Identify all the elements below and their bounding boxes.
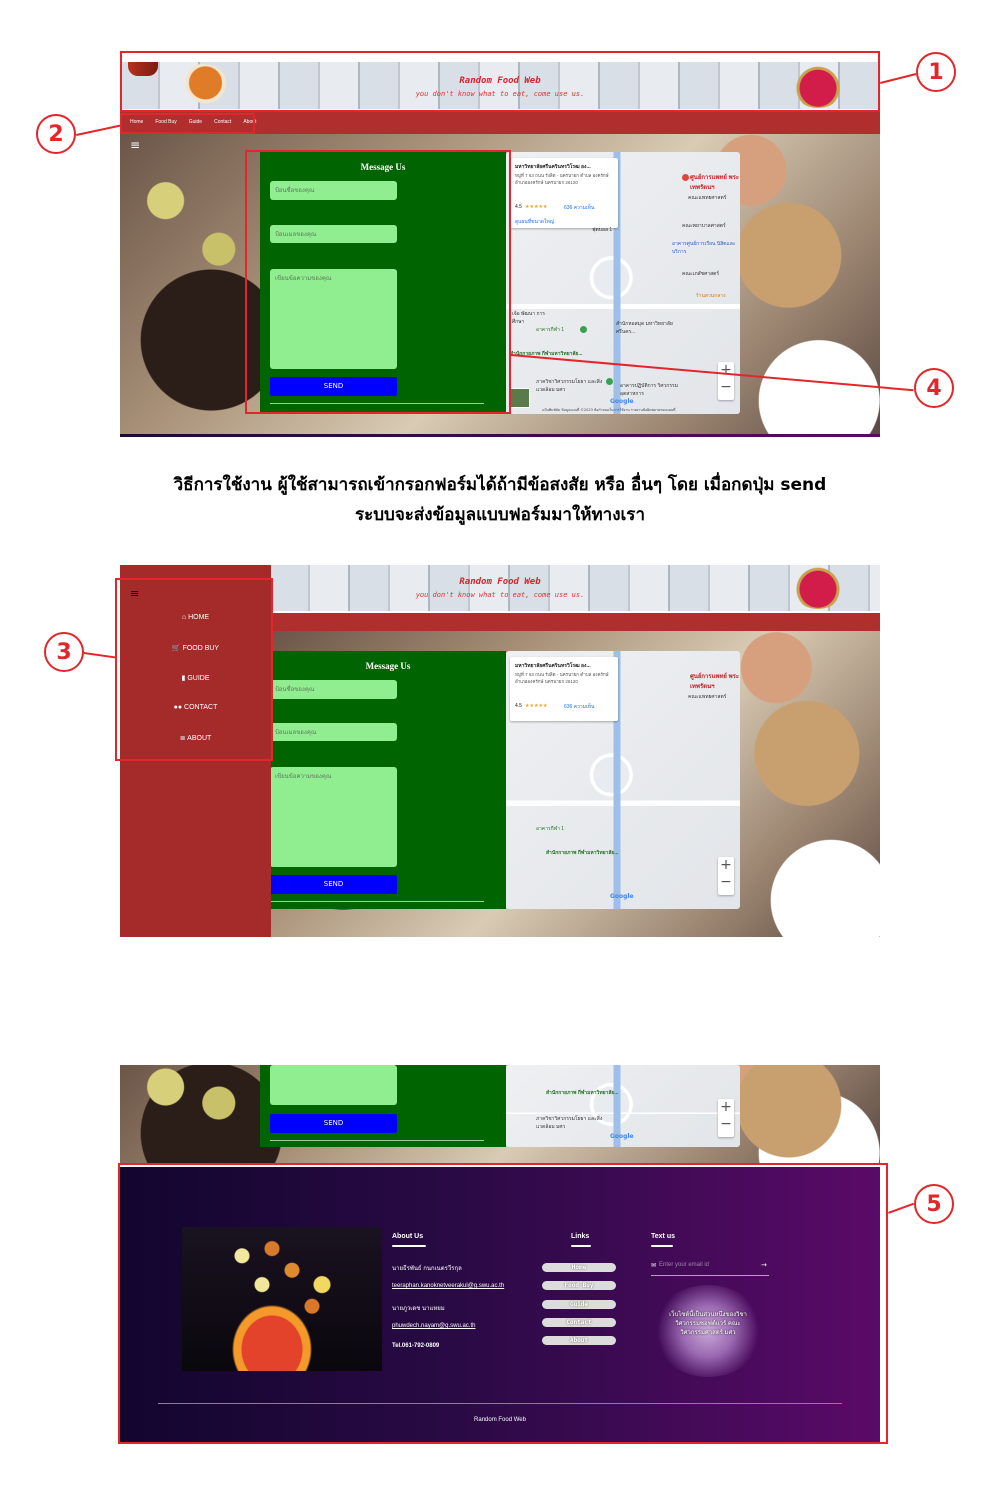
map-label-dorm: ภาควิชาวิศวกรรมโยธา และสิ่งแวดล้อม มศว [536,379,603,393]
callout-line-1 [880,73,917,84]
callout-box-4 [245,150,511,414]
contact-form: SEND [260,1065,506,1147]
site-header: Random Food Web you don't know what to e… [270,565,880,611]
rating-stars: ★★★★★ [525,204,548,210]
map-pin-icon [606,378,613,385]
callout-line-3 [83,652,116,659]
map-label-park: ร้านสวนกลาง [696,293,726,299]
map-pin-icon [682,174,689,181]
place-address: หมู่ที่ 7 63 ถนน รังสิต - นครนายก ตำบล อ… [515,173,609,185]
place-rating: 4.5 [515,204,522,210]
contact-form: Message Us ป้อนชื่อของคุณ ป้อนเมลของคุณ … [270,651,506,909]
form-divider [270,901,484,902]
map-zoom-control[interactable]: + − [718,857,734,895]
callout-box-2 [120,113,255,134]
zoom-out-button[interactable]: − [718,379,734,396]
callout-circle-4: 4 [914,368,954,408]
map-label-lab: อาคารปฏิบัติการ วิศวกรรมอุตสาหการ [620,383,678,397]
map-place-card: มหาวิทยาลัยศรีนครินทรวิโรฒ อง... หมู่ที่… [510,158,618,228]
message-textarea[interactable]: เขียนข้อความของคุณ [270,767,397,867]
zoom-out-button[interactable]: − [718,1116,734,1133]
map-footer: แป้นพิมพ์ลัด ข้อมูลแผนที่ ©2023 ข้อกำหนด… [542,408,676,412]
callout-circle-3: 3 [44,632,84,672]
reviews-link[interactable]: 636 ความเห็น [564,204,594,212]
google-logo: Google [610,893,634,900]
callout-circle-5: 5 [914,1184,954,1224]
embedded-map[interactable]: มหาวิทยาลัยศรีนครินทรวิโรฒ อง... หมู่ที่… [506,152,740,414]
zoom-in-button[interactable]: + [718,362,734,379]
map-label-medicine: คณะแพทยศาสตร์ [688,195,727,201]
map-label-stadium: สำนักกายภาพ กีฬามหาวิทยาลัย... [546,1090,619,1096]
brand-tagline: you don't know what to eat, come use us. [415,591,585,599]
brand-title: Random Food Web [459,577,541,587]
map-label-library: สำนักหอสมุด มหาวิทยาลัยศรีนคร... [616,321,673,335]
rating-stars: ★★★★★ [525,703,548,709]
instruction-line-2: ระบบจะส่งข้อมูลแบบฟอร์มมาให้ทางเรา [355,505,645,525]
form-title: Message Us [365,661,411,671]
callout-circle-1: 1 [916,52,956,92]
section-bottom-strip [120,434,880,437]
map-label-nursing: คณะพยาบาลศาสตร์ [682,223,726,229]
instruction-line-1: วิธีการใช้งาน ผู้ใช้สามารถเข้ากรอกฟอร์มไ… [173,475,827,495]
map-label-stadium: สำนักกายภาพ กีฬามหาวิทยาลัย... [546,850,619,856]
zoom-in-button[interactable]: + [718,857,734,874]
top-navbar [270,613,880,631]
place-rating: 4.5 [515,703,522,709]
place-name: มหาวิทยาลัยศรีนครินทรวิโรฒ อง... [515,164,591,170]
map-zoom-control[interactable]: + − [718,362,734,400]
map-pin-icon [580,326,587,333]
map-label-center: อาคารศูนย์การเรียน นิสิตและบริการ [672,241,736,255]
larger-map-link[interactable]: ดูแผนที่ขนาดใหญ่ [515,218,554,226]
email-input[interactable]: ป้อนเมลของคุณ [270,723,397,741]
embedded-map[interactable]: มหาวิทยาลัยศรีนครินทรวิโรฒ อง... หมู่ที่… [506,651,740,909]
callout-box-1 [120,51,880,112]
embedded-map[interactable]: สำนักกายภาพ กีฬามหาวิทยาลัย... ภาควิชาวิ… [506,1065,740,1147]
beet-bowl-image [792,565,844,609]
map-label-sports: อาคารกีฬา 1 [536,826,565,832]
zoom-out-button[interactable]: − [718,874,734,891]
map-place-card: มหาวิทยาลัยศรีนครินทรวิโรฒ อง... หมู่ที่… [510,657,618,721]
send-button[interactable]: SEND [270,1114,397,1133]
map-label-pharmacy: คณะเภสัชศาสตร์ [682,271,720,277]
map-label-dorm: ภาควิชาวิศวกรรมโยธา และสิ่งแวดล้อม มศว [536,1116,603,1130]
place-address: หมู่ที่ 7 63 ถนน รังสิต - นครนายก ตำบล อ… [515,672,609,684]
callout-line-2 [76,124,122,136]
map-zoom-control[interactable]: + − [718,1099,734,1137]
content-area: Message Us ป้อนชื่อของคุณ ป้อนเมลของคุณ … [270,631,880,937]
form-divider [270,1140,484,1141]
google-logo: Google [610,1133,634,1140]
map-label-left-area: เจ้อ พัฒนา การศึกษา [512,311,545,325]
callout-line-5 [888,1202,915,1214]
callout-circle-2: 2 [36,114,76,154]
name-input[interactable]: ป้อนชื่อของคุณ [270,680,397,699]
callout-box-5 [118,1163,888,1444]
map-label-hospital: ศูนย์การแพทย์ พระเทพรัตนฯ [690,674,740,690]
content-area: SEND สำนักกายภาพ กีฬามหาวิทยาลัย... ภาคว… [120,1065,880,1165]
map-label-road: ฟุตบอล 1 [592,227,613,233]
send-button[interactable]: SEND [270,875,397,894]
map-label-hospital: ศูนย์การแพทย์ พระเทพรัตนฯ [690,175,740,191]
map-label-medicine: คณะแพทยศาสตร์ [688,694,727,700]
google-logo: Google [610,398,634,405]
map-label-sports: อาคารกีฬา 1 [536,327,565,333]
zoom-in-button[interactable]: + [718,1099,734,1116]
menu-icon[interactable]: ≡ [130,138,140,152]
message-textarea[interactable] [270,1065,397,1105]
instruction-text: วิธีการใช้งาน ผู้ใช้สามารถเข้ากรอกฟอร์มไ… [60,470,940,530]
map-satellite-thumb[interactable] [510,388,530,408]
callout-box-3 [115,578,273,761]
reviews-link[interactable]: 636 ความเห็น [564,703,594,711]
place-name: มหาวิทยาลัยศรีนครินทรวิโรฒ อง... [515,663,591,669]
